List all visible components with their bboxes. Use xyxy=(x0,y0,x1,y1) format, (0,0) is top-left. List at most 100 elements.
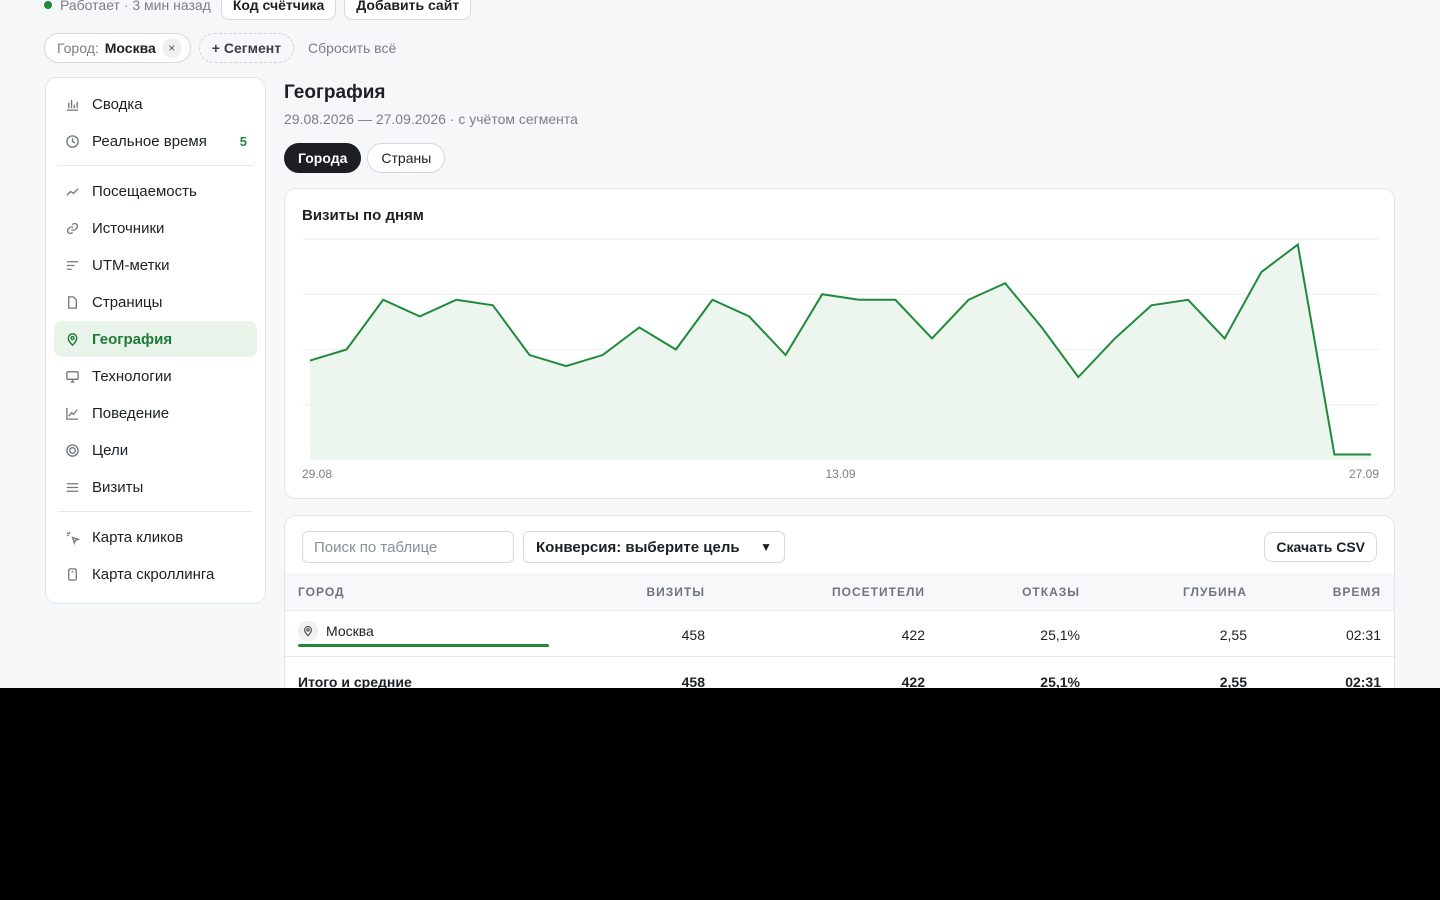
tab-cities[interactable]: Города xyxy=(284,143,362,173)
sidebar-item-summary[interactable]: Сводка xyxy=(54,86,257,122)
sidebar-item-label: Карта кликов xyxy=(92,528,184,546)
file-icon xyxy=(64,294,80,310)
counter-status-text: Работает · 3 мин назад xyxy=(60,0,211,13)
column-header-visits[interactable]: ВИЗИТЫ xyxy=(646,585,705,599)
chevron-down-icon: ▼ xyxy=(760,540,772,554)
visits-chart: 29.08 13.09 27.09 xyxy=(302,238,1379,481)
chart-data-point[interactable] xyxy=(746,313,752,319)
sidebar-item-technologies[interactable]: Технологии xyxy=(54,358,257,394)
cursor-icon xyxy=(64,529,80,545)
segment-filter-bar: Город: Москва × + Сегмент Сбросить всё xyxy=(44,33,396,63)
bounce-value: 25,1% xyxy=(1040,627,1080,643)
sidebar-item-realtime[interactable]: Реальное время 5 xyxy=(54,123,257,159)
column-header-city[interactable]: ГОРОД xyxy=(298,585,345,599)
chart-data-point[interactable] xyxy=(1185,297,1191,303)
sidebar-item-label: Поведение xyxy=(92,404,170,422)
download-csv-button[interactable]: Скачать CSV xyxy=(1264,532,1377,562)
chart-data-point[interactable] xyxy=(1039,324,1045,330)
totals-visits: 458 xyxy=(681,674,705,688)
chart-data-point[interactable] xyxy=(856,297,862,303)
totals-visitors: 422 xyxy=(901,674,925,688)
chart-data-point[interactable] xyxy=(1295,242,1301,248)
map-pin-icon xyxy=(298,621,318,641)
chart-data-point[interactable] xyxy=(929,335,935,341)
chart-area-fill xyxy=(310,244,1371,460)
sidebar-item-click-map[interactable]: Карта кликов xyxy=(54,519,257,555)
chart-data-point[interactable] xyxy=(966,297,972,303)
chart-data-point[interactable] xyxy=(453,297,459,303)
visits-value: 458 xyxy=(681,627,705,643)
chart-data-point[interactable] xyxy=(600,352,606,358)
table-search-input[interactable] xyxy=(302,531,514,563)
chart-data-point[interactable] xyxy=(563,363,569,369)
chart-data-point[interactable] xyxy=(344,347,350,353)
chart-data-point[interactable] xyxy=(1148,302,1154,308)
chart-data-point[interactable] xyxy=(1331,451,1337,457)
status-row: Работает · 3 мин назад Код счётчика Доба… xyxy=(44,0,472,20)
sidebar-item-behavior[interactable]: Поведение xyxy=(54,395,257,431)
sidebar-item-label: Цели xyxy=(92,441,129,459)
chart-data-point[interactable] xyxy=(417,313,423,319)
visitors-value: 422 xyxy=(901,627,925,643)
totals-depth: 2,55 xyxy=(1219,674,1247,688)
chart-data-point[interactable] xyxy=(1002,280,1008,286)
link-icon xyxy=(64,220,80,236)
app-viewport: Работает · 3 мин назад Код счётчика Доба… xyxy=(0,0,1440,688)
totals-bounce: 25,1% xyxy=(1040,674,1080,688)
sidebar-item-traffic[interactable]: Посещаемость xyxy=(54,173,257,209)
chart-data-point[interactable] xyxy=(527,352,533,358)
column-header-bounce[interactable]: ОТКАЗЫ xyxy=(1022,585,1080,599)
chart-data-point[interactable] xyxy=(380,297,386,303)
chart-data-point[interactable] xyxy=(892,297,898,303)
add-site-button[interactable]: Добавить сайт xyxy=(344,0,472,20)
column-header-depth[interactable]: ГЛУБИНА xyxy=(1183,585,1247,599)
conversion-goal-select[interactable]: Конверсия: выберите цель ▼ xyxy=(523,531,785,563)
sidebar-item-geography[interactable]: География xyxy=(54,321,257,357)
column-header-visitors[interactable]: ПОСЕТИТЕЛИ xyxy=(832,585,925,599)
chart-data-point[interactable] xyxy=(673,347,679,353)
sidebar-item-label: Сводка xyxy=(92,95,143,113)
totals-label: Итого и средние xyxy=(298,674,412,688)
chart-data-point[interactable] xyxy=(1075,374,1081,380)
sidebar-item-pages[interactable]: Страницы xyxy=(54,284,257,320)
chart-data-point[interactable] xyxy=(1368,451,1374,457)
page-title: География xyxy=(284,82,386,103)
filter-chip-city[interactable]: Город: Москва × xyxy=(44,33,191,63)
trend-icon xyxy=(64,183,80,199)
chart-data-point[interactable] xyxy=(709,297,715,303)
chart-data-point[interactable] xyxy=(1258,269,1264,275)
sidebar-item-sources[interactable]: Источники xyxy=(54,210,257,246)
chart-data-point[interactable] xyxy=(307,358,313,364)
time-value: 02:31 xyxy=(1345,627,1381,643)
sidebar-item-label: UTM-метки xyxy=(92,256,170,274)
sidebar-item-label: Карта скроллинга xyxy=(92,565,215,583)
add-segment-button[interactable]: + Сегмент xyxy=(198,33,295,63)
sidebar-item-visits[interactable]: Визиты xyxy=(54,469,257,505)
table-totals-row: Итого и средние 458 422 25,1% 2,55 02:31 xyxy=(285,658,1394,688)
geo-table-card: Конверсия: выберите цель ▼ Скачать CSV Г… xyxy=(284,515,1395,688)
close-icon[interactable]: × xyxy=(161,38,182,58)
chart-data-point[interactable] xyxy=(1112,335,1118,341)
totals-time: 02:31 xyxy=(1345,674,1381,688)
chart-data-point[interactable] xyxy=(819,291,825,297)
status-dot-icon xyxy=(44,1,52,9)
counter-code-button[interactable]: Код счётчика xyxy=(220,0,337,20)
sidebar-item-label: Страницы xyxy=(92,293,163,311)
filter-chip-key: Город: xyxy=(57,40,99,56)
chart-data-point[interactable] xyxy=(636,324,642,330)
sidebar-item-scroll-map[interactable]: Карта скроллинга xyxy=(54,556,257,592)
table-row[interactable]: Москва 458 422 25,1% 2,55 02:31 xyxy=(285,611,1394,657)
reset-all-link[interactable]: Сбросить всё xyxy=(308,40,396,56)
phone-icon xyxy=(64,566,80,582)
column-header-time[interactable]: ВРЕМЯ xyxy=(1333,585,1381,599)
sidebar-item-goals[interactable]: Цели xyxy=(54,432,257,468)
date-range-subtitle: 29.08.2026 — 27.09.2026 · с учётом сегме… xyxy=(284,111,578,127)
chart-data-point[interactable] xyxy=(1222,335,1228,341)
tab-countries[interactable]: Страны xyxy=(367,143,446,173)
sidebar-item-utm[interactable]: UTM-метки xyxy=(54,247,257,283)
monitor-icon xyxy=(64,368,80,384)
chart-data-point[interactable] xyxy=(490,302,496,308)
chart-data-point[interactable] xyxy=(783,352,789,358)
report-tabs: Города Страны xyxy=(284,143,446,173)
filter-chip-value: Москва xyxy=(104,40,156,56)
